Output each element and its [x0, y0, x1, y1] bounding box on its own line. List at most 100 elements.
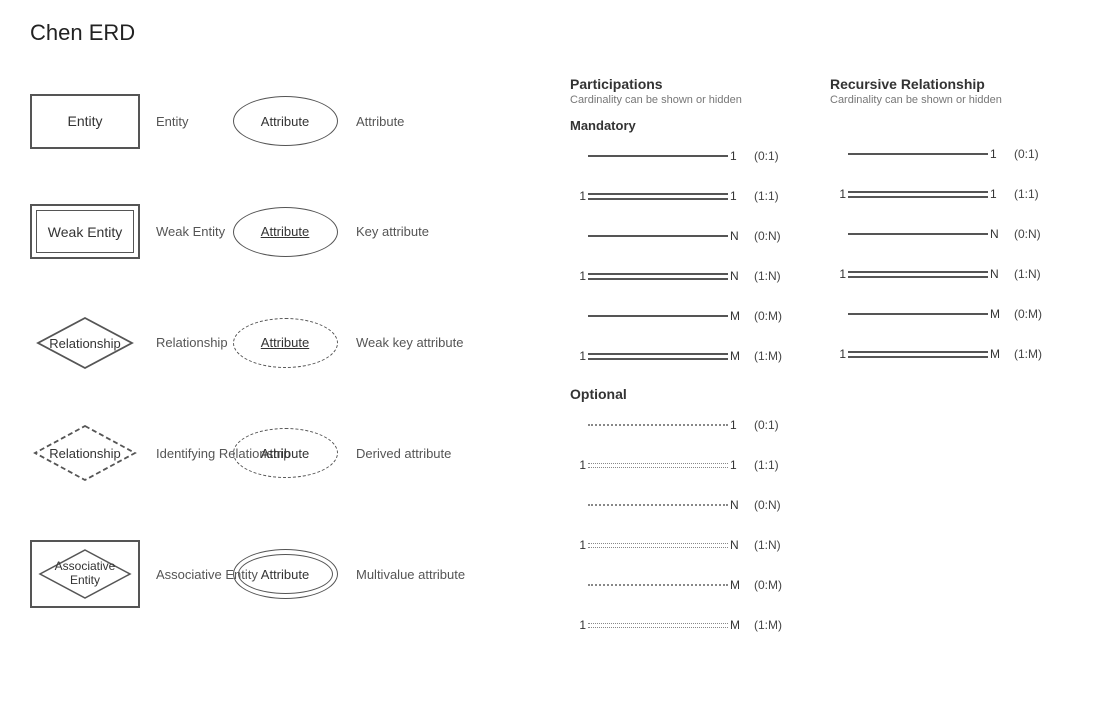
mand-11-label: (1:1) [754, 189, 779, 203]
rec-1m-line [848, 351, 988, 358]
opt-0m-line [588, 584, 728, 586]
derived-attr-cell: Attribute Derived attribute [230, 408, 450, 498]
opt-01-right: 1 [730, 418, 748, 432]
opt-0m-right: M [730, 578, 748, 592]
weak-key-attr-cell: Attribute Weak key attribute [230, 298, 450, 388]
opt-11-label: (1:1) [754, 458, 779, 472]
recursive-subtitle: Cardinality can be shown or hidden [830, 94, 1090, 106]
rec-01-line [848, 153, 988, 155]
entity-shape-label: Entity [67, 113, 102, 129]
rec-01: 1 (0:1) [830, 139, 1090, 169]
opt-1m: 1 M (1:M) [570, 610, 830, 640]
multivalue-attr-inner-label: Attribute [261, 567, 309, 582]
identifying-relationship-cell: Relationship Identifying Relationship [30, 408, 230, 498]
opt-1n-label: (1:N) [754, 538, 781, 552]
recursive-title: Recursive Relationship [830, 76, 1090, 92]
relationship-cell: Relationship Relationship [30, 298, 230, 388]
derived-attribute-label: Derived attribute [356, 446, 451, 461]
mand-11: 1 1 (1:1) [570, 181, 830, 211]
opt-1n-right: N [730, 538, 748, 552]
mand-0m-right: M [730, 309, 748, 323]
opt-01-label: (0:1) [754, 418, 779, 432]
participations-subtitle: Cardinality can be shown or hidden [570, 94, 830, 106]
rec-1m-left: 1 [830, 347, 846, 361]
opt-1n: 1 N (1:N) [570, 530, 830, 560]
opt-1m-right: M [730, 618, 748, 632]
mand-1m-label: (1:M) [754, 349, 782, 363]
mand-01-line [588, 155, 728, 157]
key-attribute-cell: Attribute Key attribute [230, 187, 450, 277]
opt-1m-left: 1 [570, 618, 586, 632]
mand-1n-left: 1 [570, 269, 586, 283]
opt-01-line [588, 424, 728, 426]
entity-shape: Entity [30, 94, 140, 149]
rec-0n: N (0:N) [830, 219, 1090, 249]
mand-1n: 1 N (1:N) [570, 261, 830, 291]
mand-0m-label: (0:M) [754, 309, 782, 323]
associative-entity-cell: Associative Entity Associative Entity [30, 519, 230, 629]
mand-0m: M (0:M) [570, 301, 830, 331]
rec-01-label: (0:1) [1014, 147, 1039, 161]
opt-11-line [588, 463, 728, 468]
mand-11-left: 1 [570, 189, 586, 203]
associative-entity-shape: Associative Entity [30, 540, 140, 608]
rec-11: 1 1 (1:1) [830, 179, 1090, 209]
mand-0n-right: N [730, 229, 748, 243]
weak-key-attribute-shape: Attribute [233, 318, 338, 368]
opt-11-right: 1 [730, 458, 748, 472]
page-title: Chen ERD [30, 20, 1090, 46]
attribute-cell: Attribute Attribute [230, 76, 450, 166]
opt-1m-line [588, 623, 728, 628]
opt-11-left: 1 [570, 458, 586, 472]
mand-1m-line [588, 353, 728, 360]
multivalue-attribute-label: Multivalue attribute [356, 567, 465, 582]
rec-0n-label: (0:N) [1014, 227, 1041, 241]
main-layout: Entity Entity Attribute Attribute Weak E… [30, 76, 1090, 650]
rec-1n-right: N [990, 267, 1008, 281]
key-attr-wrapper: Attribute [230, 202, 340, 262]
optional-title: Optional [570, 386, 830, 402]
entity-label: Entity [156, 114, 189, 129]
rec-0m-label: (0:M) [1014, 307, 1042, 321]
rec-0m-line [848, 313, 988, 315]
mand-01: 1 (0:1) [570, 141, 830, 171]
weak-entity-cell: Weak Entity Weak Entity [30, 187, 230, 277]
mand-1n-label: (1:N) [754, 269, 781, 283]
relationship-label: Relationship [156, 335, 228, 350]
opt-0n-label: (0:N) [754, 498, 781, 512]
shapes-panel: Entity Entity Attribute Attribute Weak E… [30, 76, 550, 650]
mand-1m-right: M [730, 349, 748, 363]
opt-11: 1 1 (1:1) [570, 450, 830, 480]
associative-entity-svg: Associative Entity [30, 540, 140, 608]
rec-11-right: 1 [990, 187, 1008, 201]
svg-text:Associative: Associative [55, 559, 116, 573]
opt-0m-label: (0:M) [754, 578, 782, 592]
rec-1m: 1 M (1:M) [830, 339, 1090, 369]
opt-01: 1 (0:1) [570, 410, 830, 440]
opt-1n-line [588, 543, 728, 548]
key-attribute-shape: Attribute [233, 207, 338, 257]
weak-key-attribute-label: Weak key attribute [356, 335, 463, 350]
recursive-col: Recursive Relationship Cardinality can b… [830, 76, 1090, 650]
mand-1n-line [588, 273, 728, 280]
participations-title: Participations [570, 76, 830, 92]
mand-0m-line [588, 315, 728, 317]
weak-entity-label: Weak Entity [156, 224, 225, 239]
weak-entity-shape-label: Weak Entity [48, 224, 122, 240]
opt-0m: M (0:M) [570, 570, 830, 600]
identifying-relationship-wrapper: Relationship [30, 423, 140, 483]
derived-attribute-shape: Attribute [233, 428, 338, 478]
entity-cell: Entity Entity [30, 76, 230, 166]
rec-1m-label: (1:M) [1014, 347, 1042, 361]
mand-01-right: 1 [730, 149, 748, 163]
opt-0n-line [588, 504, 728, 506]
multivalue-attr-wrapper: Attribute [230, 544, 340, 604]
weak-key-attr-wrapper: Attribute [230, 313, 340, 373]
rec-1n: 1 N (1:N) [830, 259, 1090, 289]
mandatory-title: Mandatory [570, 118, 830, 133]
opt-0n: N (0:N) [570, 490, 830, 520]
rec-1m-right: M [990, 347, 1008, 361]
attribute-shape-wrapper: Attribute [230, 91, 340, 151]
multivalue-attr-cell: Attribute Multivalue attribute [230, 519, 450, 629]
mand-1m-left: 1 [570, 349, 586, 363]
